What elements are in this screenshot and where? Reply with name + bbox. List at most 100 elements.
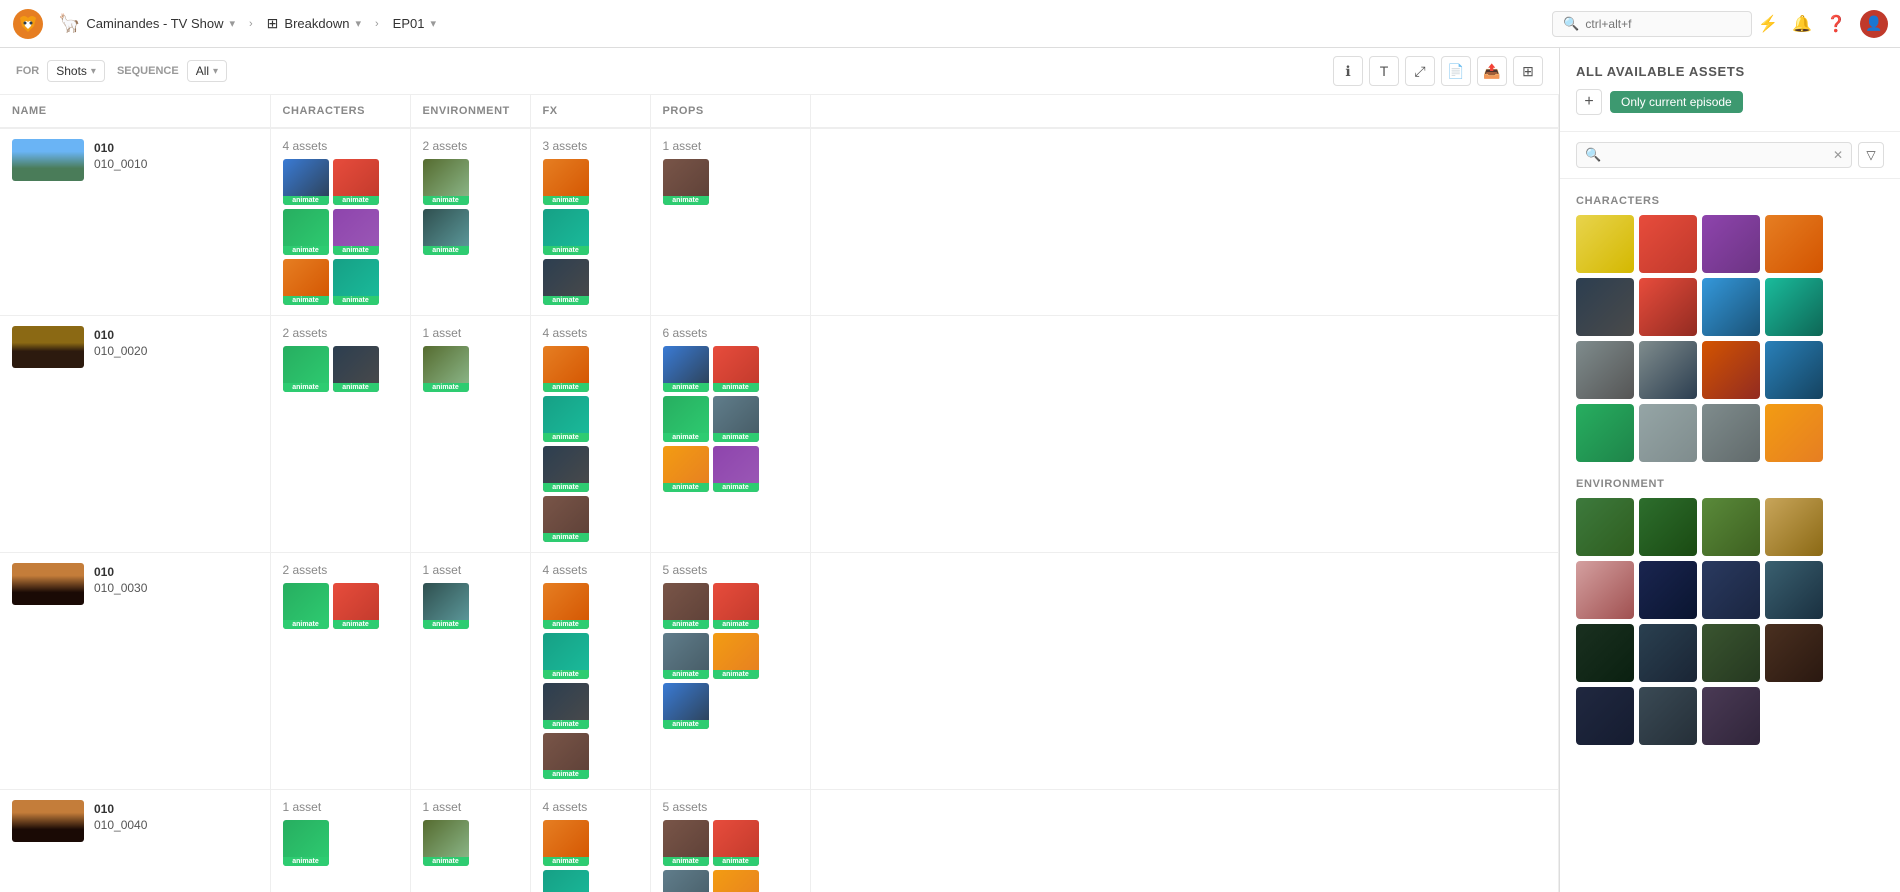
prop-thumb[interactable]: animate [663,820,709,866]
panel-environment-thumb[interactable] [1639,687,1697,745]
export-btn[interactable]: 📤 [1477,56,1507,86]
panel-character-thumb[interactable] [1702,341,1760,399]
panel-environment-thumb[interactable] [1576,687,1634,745]
info-btn[interactable]: ℹ [1333,56,1363,86]
prop-thumb[interactable]: animate [713,633,759,679]
fx-thumb[interactable]: animate [543,733,589,779]
prop-thumb[interactable]: animate [663,683,709,729]
panel-search-input[interactable] [1607,148,1827,162]
panel-environment-thumb[interactable] [1702,624,1760,682]
export-csv-btn[interactable]: 📄 [1441,56,1471,86]
prop-thumb[interactable]: animate [713,346,759,392]
lightning-icon[interactable]: ⚡ [1758,14,1778,34]
fx-thumb[interactable]: animate [543,633,589,679]
character-thumb[interactable]: animate [283,583,329,629]
panel-environment-thumb[interactable] [1576,624,1634,682]
character-thumb[interactable]: animate [283,159,329,205]
for-select[interactable]: Shots ▾ [47,60,105,82]
prop-thumb[interactable]: animate [663,396,709,442]
global-search-input[interactable] [1585,17,1705,31]
panel-search-box[interactable]: 🔍 ✕ [1576,142,1852,168]
panel-character-thumb[interactable] [1702,404,1760,462]
fx-thumb[interactable]: animate [543,159,589,205]
fx-thumb[interactable]: animate [543,583,589,629]
environment-thumb[interactable]: animate [423,820,469,866]
panel-character-thumb[interactable] [1765,215,1823,273]
fx-thumb[interactable]: animate [543,820,589,866]
fx-thumb[interactable]: animate [543,209,589,255]
help-icon[interactable]: ❓ [1826,14,1846,34]
panel-environment-thumb[interactable] [1639,498,1697,556]
bell-icon[interactable]: 🔔 [1792,14,1812,34]
panel-environment-thumb[interactable] [1765,561,1823,619]
fx-thumb[interactable]: animate [543,346,589,392]
panel-character-thumb[interactable] [1639,404,1697,462]
environment-thumb[interactable]: animate [423,346,469,392]
fx-thumb[interactable]: animate [543,683,589,729]
panel-environment-thumb[interactable] [1702,498,1760,556]
fx-thumb[interactable]: animate [543,396,589,442]
prop-thumb[interactable]: animate [663,633,709,679]
panel-character-thumb[interactable] [1639,278,1697,336]
prop-thumb[interactable]: animate [663,870,709,892]
character-thumb[interactable]: animate [333,159,379,205]
episode-nav-item[interactable]: EP01 ▾ [385,12,444,35]
shot-name-cell[interactable]: 010 010_0010 [0,128,270,316]
shot-thumbnail[interactable] [12,563,84,605]
character-thumb[interactable]: animate [333,209,379,255]
filter-assets-btn[interactable]: ▽ [1858,142,1884,168]
character-thumb[interactable]: animate [333,259,379,305]
panel-environment-thumb[interactable] [1639,624,1697,682]
expand-btn[interactable]: ⤢ [1405,56,1435,86]
prop-thumb[interactable]: animate [713,446,759,492]
user-avatar[interactable]: 👤 [1860,10,1888,38]
prop-thumb[interactable]: animate [713,583,759,629]
panel-character-thumb[interactable] [1576,404,1634,462]
character-thumb[interactable]: animate [333,346,379,392]
panel-character-thumb[interactable] [1765,404,1823,462]
environment-thumb[interactable]: animate [423,209,469,255]
panel-character-thumb[interactable] [1702,215,1760,273]
panel-environment-thumb[interactable] [1639,561,1697,619]
character-thumb[interactable]: animate [333,583,379,629]
panel-character-thumb[interactable] [1765,341,1823,399]
current-episode-btn[interactable]: Only current episode [1610,91,1743,113]
prop-thumb[interactable]: animate [663,159,709,205]
panel-character-thumb[interactable] [1576,341,1634,399]
breakdown-nav-item[interactable]: ⊞ Breakdown ▾ [259,11,369,36]
fx-thumb[interactable]: animate [543,496,589,542]
prop-thumb[interactable]: animate [713,396,759,442]
panel-character-thumb[interactable] [1702,278,1760,336]
panel-environment-thumb[interactable] [1576,498,1634,556]
panel-character-thumb[interactable] [1765,278,1823,336]
prop-thumb[interactable]: animate [663,583,709,629]
character-thumb[interactable]: animate [283,209,329,255]
prop-thumb[interactable]: animate [663,346,709,392]
panel-environment-thumb[interactable] [1702,687,1760,745]
panel-character-thumb[interactable] [1639,341,1697,399]
panel-character-thumb[interactable] [1576,215,1634,273]
clear-search-btn[interactable]: ✕ [1833,148,1843,162]
sequence-select[interactable]: All ▾ [187,60,227,82]
panel-character-thumb[interactable] [1639,215,1697,273]
shot-name-cell[interactable]: 010 010_0030 [0,553,270,790]
shot-name-cell[interactable]: 010 010_0040 [0,790,270,892]
panel-character-thumb[interactable] [1576,278,1634,336]
project-nav-item[interactable]: 🦙 Caminandes - TV Show ▾ [50,9,243,38]
add-asset-btn[interactable]: + [1576,89,1602,115]
character-thumb[interactable]: animate [283,820,329,866]
environment-thumb[interactable]: animate [423,159,469,205]
shot-thumbnail[interactable] [12,800,84,842]
panel-environment-thumb[interactable] [1765,498,1823,556]
prop-thumb[interactable]: animate [713,820,759,866]
panel-environment-thumb[interactable] [1702,561,1760,619]
panel-environment-thumb[interactable] [1576,561,1634,619]
fx-thumb[interactable]: animate [543,446,589,492]
text-btn[interactable]: T [1369,56,1399,86]
panel-environment-thumb[interactable] [1765,624,1823,682]
shot-thumbnail[interactable] [12,326,84,368]
prop-thumb[interactable]: animate [713,870,759,892]
fx-thumb[interactable]: animate [543,870,589,892]
prop-thumb[interactable]: animate [663,446,709,492]
shot-thumbnail[interactable] [12,139,84,181]
